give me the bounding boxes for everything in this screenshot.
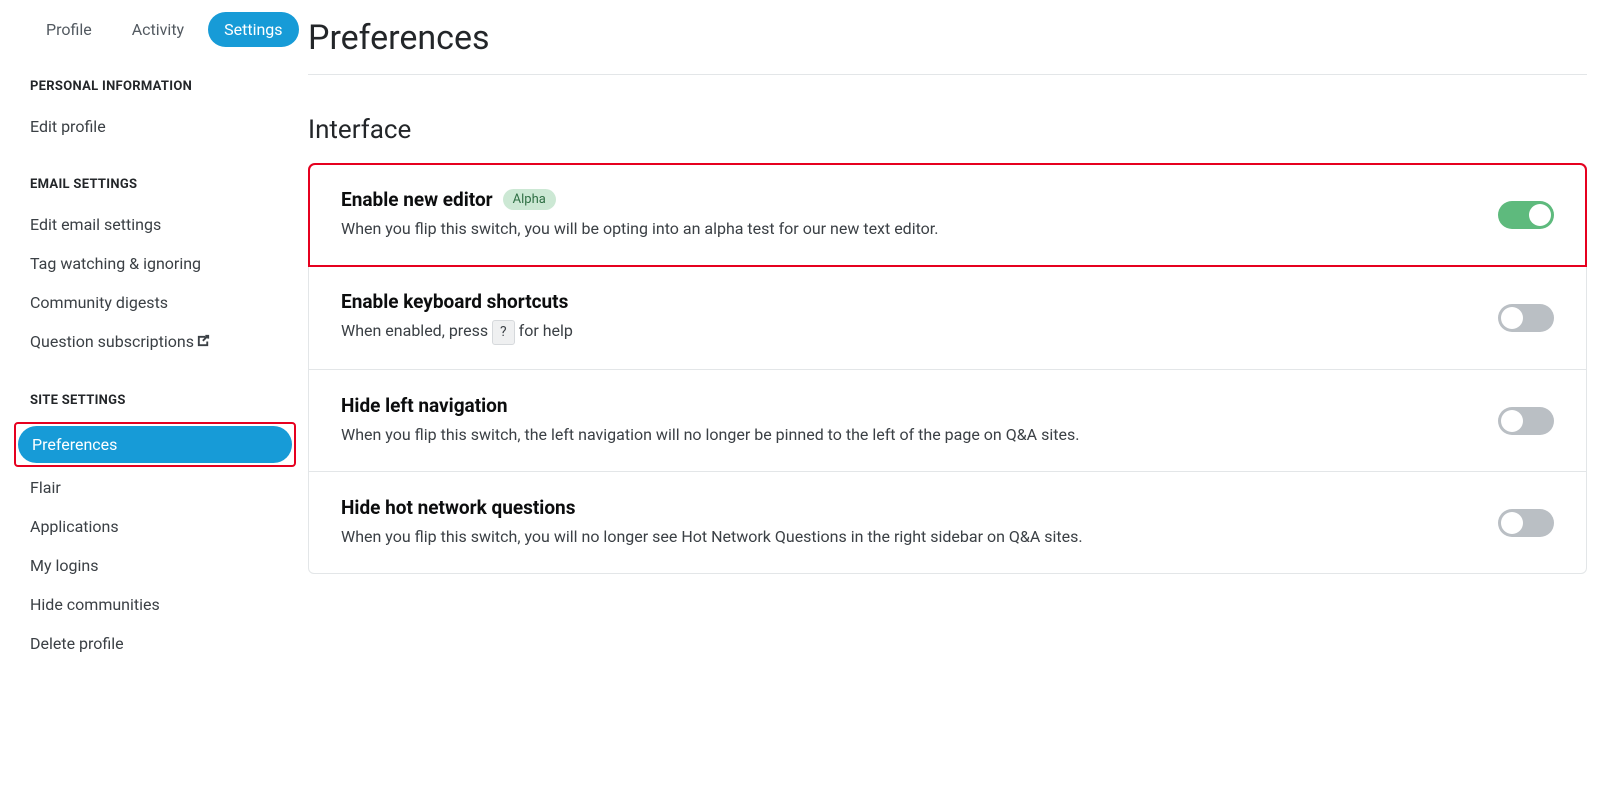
setting-title: Hide hot network questions [341, 496, 575, 519]
alpha-badge: Alpha [503, 189, 556, 210]
tab-activity[interactable]: Activity [116, 12, 200, 47]
toggle-enable-new-editor[interactable] [1498, 201, 1554, 229]
sidebar-item-community-digests[interactable]: Community digests [16, 284, 294, 321]
sidebar-item-label: Question subscriptions [30, 332, 194, 351]
setting-desc: When you flip this switch, the left navi… [341, 423, 1498, 447]
kbd-help-key: ? [492, 320, 515, 345]
section-title: Interface [308, 115, 1587, 145]
external-link-icon [196, 333, 211, 352]
divider [308, 74, 1587, 75]
setting-desc: When enabled, press ? for help [341, 319, 1498, 345]
page-title: Preferences [308, 18, 1587, 58]
sidebar-item-my-logins[interactable]: My logins [16, 547, 294, 584]
sidebar-item-edit-email[interactable]: Edit email settings [16, 206, 294, 243]
toggle-keyboard-shortcuts[interactable] [1498, 304, 1554, 332]
settings-panel: Enable new editor Alpha When you flip th… [308, 163, 1587, 574]
sidebar-item-preferences[interactable]: Preferences [18, 426, 292, 463]
sidebar-item-question-subscriptions[interactable]: Question subscriptions [16, 323, 294, 361]
setting-title: Enable new editor [341, 188, 493, 211]
setting-desc: When you flip this switch, you will be o… [341, 217, 1498, 241]
setting-row-hide-hot-network: Hide hot network questions When you flip… [309, 472, 1586, 573]
highlight-box: Preferences [14, 422, 296, 467]
sidebar-item-flair[interactable]: Flair [16, 469, 294, 506]
sidebar-section-personal: PERSONAL INFORMATION Edit profile [30, 79, 308, 145]
tab-settings[interactable]: Settings [208, 12, 298, 47]
sidebar-item-applications[interactable]: Applications [16, 508, 294, 545]
setting-desc: When you flip this switch, you will no l… [341, 525, 1498, 549]
sidebar-item-edit-profile[interactable]: Edit profile [16, 108, 294, 145]
top-tabs: Profile Activity Settings [30, 12, 308, 47]
sidebar-heading: EMAIL SETTINGS [30, 177, 308, 192]
tab-profile[interactable]: Profile [30, 12, 108, 47]
sidebar-heading: SITE SETTINGS [30, 393, 308, 408]
sidebar-item-hide-communities[interactable]: Hide communities [16, 586, 294, 623]
setting-row-hide-left-nav: Hide left navigation When you flip this … [309, 370, 1586, 472]
sidebar-section-email: EMAIL SETTINGS Edit email settings Tag w… [30, 177, 308, 361]
toggle-hide-hot-network[interactable] [1498, 509, 1554, 537]
setting-row-enable-new-editor: Enable new editor Alpha When you flip th… [309, 164, 1586, 266]
toggle-hide-left-nav[interactable] [1498, 407, 1554, 435]
setting-title: Hide left navigation [341, 394, 508, 417]
sidebar-heading: PERSONAL INFORMATION [30, 79, 308, 94]
sidebar-item-delete-profile[interactable]: Delete profile [16, 625, 294, 662]
sidebar-item-tag-watching[interactable]: Tag watching & ignoring [16, 245, 294, 282]
sidebar-section-site: SITE SETTINGS Preferences Flair Applicat… [30, 393, 308, 662]
setting-title: Enable keyboard shortcuts [341, 290, 568, 313]
setting-row-keyboard-shortcuts: Enable keyboard shortcuts When enabled, … [309, 266, 1586, 370]
